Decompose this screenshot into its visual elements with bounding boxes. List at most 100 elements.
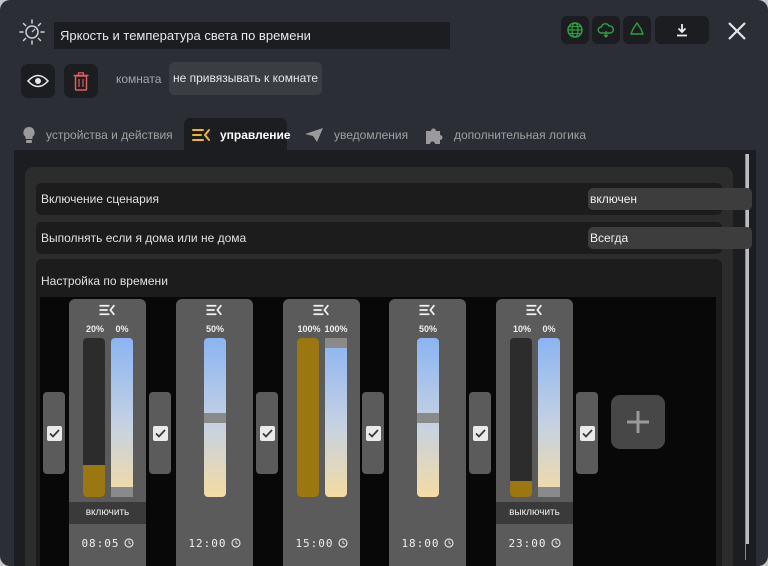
- time-slot: 20% 0% включить 08:05: [69, 299, 146, 566]
- slot-time-value: 12:00: [188, 537, 227, 550]
- temperature-marker[interactable]: [204, 412, 226, 423]
- slot-time[interactable]: 15:00: [283, 537, 360, 551]
- check-icon: [154, 428, 166, 438]
- presence-select[interactable]: Всегда: [588, 227, 752, 249]
- plus-icon: [627, 411, 649, 433]
- scenario-enable-row: Включение сценария включен: [36, 183, 752, 215]
- control-icon: [192, 128, 210, 142]
- bulb-icon: [22, 126, 36, 144]
- sun-icon: [19, 19, 45, 45]
- tab-label: дополнительная логика: [454, 128, 587, 142]
- tab-label: управление: [220, 128, 291, 142]
- temperature-marker[interactable]: [111, 487, 133, 497]
- check-icon: [261, 428, 273, 438]
- tab-extra-logic[interactable]: дополнительная логика: [416, 118, 594, 152]
- temperature-percent: 0%: [115, 324, 129, 334]
- brightness-bar[interactable]: [83, 338, 105, 497]
- clock-icon: [123, 537, 134, 551]
- checkbox-box: [472, 425, 488, 441]
- clock-icon: [443, 537, 454, 551]
- delete-button[interactable]: [64, 64, 98, 98]
- tab-devices[interactable]: устройства и действия: [14, 118, 181, 152]
- temperature-percent: 100%: [324, 324, 348, 334]
- recycle-button[interactable]: [623, 16, 651, 44]
- tab-control[interactable]: управление: [184, 118, 291, 152]
- time-slot: 100% 100% 15:00: [283, 299, 360, 566]
- brightness-bar[interactable]: [510, 338, 532, 497]
- scenario-title-input[interactable]: Яркость и температура света по времени: [54, 22, 450, 49]
- visibility-button[interactable]: [21, 64, 55, 98]
- room-label: комната: [116, 72, 162, 86]
- check-icon: [367, 428, 379, 438]
- paper-plane-icon: [304, 127, 324, 143]
- control-icon[interactable]: [418, 303, 436, 321]
- control-icon[interactable]: [312, 303, 330, 321]
- slot-enable-checkbox[interactable]: [256, 392, 278, 474]
- add-slot-button[interactable]: [611, 395, 665, 449]
- slot-time-value: 15:00: [295, 537, 334, 550]
- scenario-enable-select[interactable]: включен: [588, 188, 752, 210]
- control-icon[interactable]: [205, 303, 223, 321]
- slot-time[interactable]: 18:00: [389, 537, 466, 551]
- temperature-percent: 50%: [205, 324, 224, 334]
- slot-enable-checkbox[interactable]: [149, 392, 171, 474]
- close-icon[interactable]: [724, 18, 750, 44]
- globe-button[interactable]: [561, 16, 589, 44]
- brightness-bar[interactable]: [297, 338, 319, 497]
- slot-enable-checkbox[interactable]: [362, 392, 384, 474]
- slot-time[interactable]: 12:00: [176, 537, 253, 551]
- color-temperature-bar[interactable]: [111, 338, 133, 497]
- control-icon[interactable]: [98, 303, 116, 321]
- slot-enable-checkbox[interactable]: [576, 392, 598, 474]
- slot-time-value: 23:00: [508, 537, 547, 550]
- color-temperature-bar[interactable]: [204, 338, 226, 497]
- globe-icon: [567, 22, 583, 38]
- tab-notifications[interactable]: уведомления: [296, 118, 416, 152]
- brightness-percent: 100%: [297, 324, 321, 334]
- check-icon: [474, 428, 486, 438]
- temperature-marker[interactable]: [538, 487, 560, 497]
- slot-time[interactable]: 08:05: [69, 537, 146, 551]
- time-slot: 50% 12:00: [176, 299, 253, 566]
- slot-time-value: 18:00: [401, 537, 440, 550]
- brightness-fill: [297, 338, 319, 497]
- brightness-fill: [83, 465, 105, 497]
- control-icon[interactable]: [525, 303, 543, 321]
- scrollbar-thumb[interactable]: [746, 154, 749, 544]
- download-icon: [677, 24, 687, 37]
- color-temperature-bar[interactable]: [325, 338, 347, 497]
- download-button[interactable]: [655, 16, 709, 44]
- temperature-marker[interactable]: [417, 412, 439, 423]
- slot-action-button[interactable]: выключить: [496, 502, 573, 524]
- recycle-icon: [630, 22, 644, 35]
- time-slot: 50% 18:00: [389, 299, 466, 566]
- brightness-percent: 20%: [85, 324, 104, 334]
- cloud-sync-icon: [597, 23, 614, 38]
- check-icon: [48, 428, 60, 438]
- cloud-sync-button[interactable]: [592, 16, 620, 44]
- checkbox-box: [152, 425, 168, 441]
- clock-icon: [550, 537, 561, 551]
- tab-label: устройства и действия: [46, 128, 173, 142]
- temperature-percent: 50%: [418, 324, 437, 334]
- color-temperature-bar[interactable]: [417, 338, 439, 497]
- slot-enable-checkbox[interactable]: [469, 392, 491, 474]
- puzzle-icon: [424, 125, 444, 145]
- color-temperature-bar[interactable]: [538, 338, 560, 497]
- scenario-window: Яркость и температура света по времени к…: [0, 0, 768, 566]
- checkbox-box: [259, 425, 275, 441]
- clock-icon: [337, 537, 348, 551]
- brightness-fill: [510, 481, 532, 497]
- slot-time-value: 08:05: [81, 537, 120, 550]
- temperature-marker[interactable]: [325, 338, 347, 348]
- presence-row: Выполнять если я дома или не дома Всегда: [36, 222, 752, 254]
- trash-icon: [73, 71, 89, 91]
- checkbox-box: [579, 425, 595, 441]
- slot-time[interactable]: 23:00: [496, 537, 573, 551]
- slot-action-button[interactable]: включить: [69, 502, 146, 524]
- brightness-percent: 10%: [512, 324, 531, 334]
- tab-label: уведомления: [334, 128, 409, 142]
- time-settings-title: Настройка по времени: [41, 274, 168, 288]
- room-select[interactable]: не привязывать к комнате: [169, 62, 322, 95]
- slot-enable-checkbox[interactable]: [43, 392, 65, 474]
